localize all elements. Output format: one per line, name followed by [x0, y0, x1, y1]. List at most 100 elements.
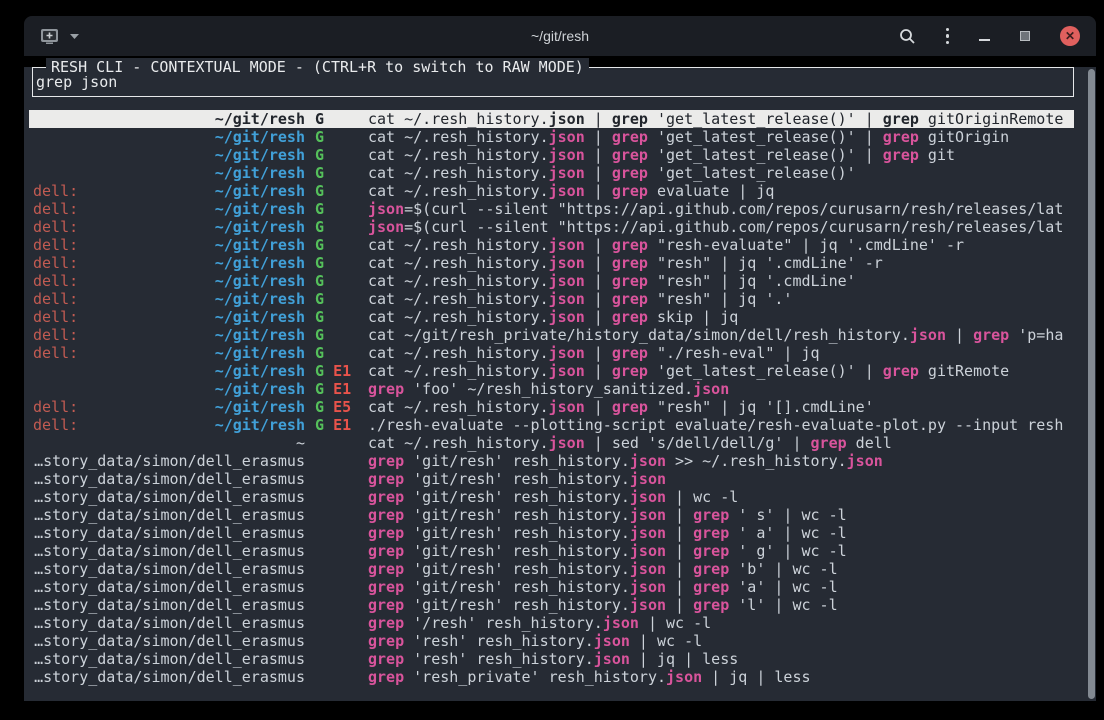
history-row[interactable]: dell:~/git/reshG E5cat ~/.resh_history.j…	[29, 398, 1074, 416]
history-row[interactable]: …story_data/simon/dell_erasmus grep 'resh…	[29, 632, 1074, 650]
row-directory: ~/git/resh	[215, 200, 305, 218]
row-host: dell:	[33, 290, 78, 308]
new-terminal-button[interactable]	[40, 28, 80, 45]
titlebar-right: ✕	[930, 26, 1080, 46]
history-row[interactable]: …story_data/simon/dell_erasmusgrep 'git/…	[29, 542, 1074, 560]
command-text: |	[666, 506, 693, 524]
history-row[interactable]: dell:~/git/reshGjson=$(curl --silent "ht…	[29, 218, 1074, 236]
row-command: cat ~/.resh_history.json | grep "resh" |…	[368, 398, 1074, 416]
row-location: dell:~/git/resh	[29, 398, 305, 416]
row-location: …story_data/simon/dell_erasmus	[29, 506, 305, 524]
match-highlight: json	[630, 506, 666, 524]
history-row[interactable]: ~/git/reshGcat ~/.resh_history.json | gr…	[29, 110, 1074, 128]
history-row[interactable]: dell:~/git/reshGcat ~/.resh_history.json…	[29, 344, 1074, 362]
command-text: 'get_latest_release()' |	[648, 362, 883, 380]
history-row[interactable]: ~/git/reshGcat ~/.resh_history.json | gr…	[29, 164, 1074, 182]
match-highlight: grep	[693, 506, 729, 524]
history-row[interactable]: dell:~/git/reshGcat ~/.resh_history.json…	[29, 272, 1074, 290]
row-command: grep 'git/resh' resh_history.json | grep…	[368, 524, 1074, 542]
history-row[interactable]: …story_data/simon/dell_erasmusgrep 'git/…	[29, 596, 1074, 614]
row-directory: ~/git/resh	[215, 128, 305, 146]
command-text: cat ~/.resh_history.	[368, 344, 549, 362]
command-text: |	[585, 290, 612, 308]
row-directory: ~/git/resh	[215, 290, 305, 308]
history-row[interactable]: dell:~/git/reshGcat ~/.resh_history.json…	[29, 308, 1074, 326]
row-command: grep 'git/resh' resh_history.json | grep…	[368, 560, 1074, 578]
history-row[interactable]: dell:~/git/reshGcat ~/.resh_history.json…	[29, 236, 1074, 254]
match-highlight: grep	[693, 542, 729, 560]
history-row[interactable]: dell:~/git/reshGcat ~/.resh_history.json…	[29, 254, 1074, 272]
history-row[interactable]: …story_data/simon/dell_erasmusgrep 'git/…	[29, 470, 1074, 488]
match-highlight: grep	[883, 110, 919, 128]
command-text: 'resh' resh_history.	[404, 650, 594, 668]
row-location: ~/git/resh	[29, 380, 305, 398]
row-flag: G	[315, 344, 324, 362]
row-location: …story_data/simon/dell_erasmus	[29, 632, 305, 650]
row-flags	[305, 488, 368, 506]
history-row[interactable]: ~cat ~/.resh_history.json | sed 's/dell/…	[29, 434, 1074, 452]
row-flags: G E1	[305, 380, 368, 398]
command-text: cat ~/.resh_history.	[368, 146, 549, 164]
command-text: cat ~/.resh_history.	[368, 308, 549, 326]
row-location: dell:~/git/resh	[29, 218, 305, 236]
match-highlight: grep	[811, 434, 847, 452]
command-text: | wc -l	[639, 614, 711, 632]
history-row[interactable]: …story_data/simon/dell_erasmusgrep 'git/…	[29, 452, 1074, 470]
row-command: grep 'git/resh' resh_history.json >> ~/.…	[368, 452, 1074, 470]
row-flags	[305, 668, 368, 686]
history-row[interactable]: ~/git/reshG E1cat ~/.resh_history.json |…	[29, 362, 1074, 380]
command-text: |	[666, 542, 693, 560]
history-row[interactable]: …story_data/simon/dell_erasmusgrep '/res…	[29, 614, 1074, 632]
history-row[interactable]: dell:~/git/reshGcat ~/.resh_history.json…	[29, 290, 1074, 308]
history-row[interactable]: …story_data/simon/dell_erasmusgrep 'git/…	[29, 524, 1074, 542]
history-row[interactable]: …story_data/simon/dell_erasmusgrep 'git/…	[29, 578, 1074, 596]
match-highlight: json	[630, 542, 666, 560]
scrollbar[interactable]	[1088, 69, 1095, 699]
close-button[interactable]: ✕	[1060, 26, 1080, 46]
history-row[interactable]: …story_data/simon/dell_erasmusgrep 'resh…	[29, 668, 1074, 686]
menu-button[interactable]	[946, 28, 950, 45]
history-row[interactable]: …story_data/simon/dell_erasmusgrep 'resh…	[29, 650, 1074, 668]
command-text: git	[919, 146, 955, 164]
history-row[interactable]: ~/git/reshGcat ~/.resh_history.json | gr…	[29, 128, 1074, 146]
command-text: '/resh' resh_history.	[404, 614, 603, 632]
search-button[interactable]	[899, 28, 916, 45]
history-row[interactable]: dell:~/git/reshGcat ~/.resh_history.json…	[29, 182, 1074, 200]
row-flags	[305, 542, 368, 560]
restore-button[interactable]	[1020, 31, 1030, 41]
history-row[interactable]: ~/git/reshGcat ~/.resh_history.json | gr…	[29, 146, 1074, 164]
command-text: |	[666, 524, 693, 542]
match-highlight: grep	[368, 560, 404, 578]
row-host: dell:	[33, 236, 78, 254]
history-row[interactable]: …story_data/simon/dell_erasmusgrep 'git/…	[29, 506, 1074, 524]
command-text: 'b' | wc -l	[729, 560, 837, 578]
command-text: evaluate | jq	[648, 182, 774, 200]
match-highlight: grep	[612, 164, 648, 182]
minimize-button[interactable]	[979, 31, 990, 41]
history-row[interactable]: …story_data/simon/dell_erasmusgrep 'git/…	[29, 560, 1074, 578]
match-highlight: grep	[883, 362, 919, 380]
command-text: |	[585, 344, 612, 362]
resh-mode-title: RESH CLI - CONTEXTUAL MODE - (CTRL+R to …	[46, 58, 589, 76]
history-row[interactable]: dell:~/git/reshGcat ~/git/resh_private/h…	[29, 326, 1074, 344]
command-text: cat ~/.resh_history.	[368, 272, 549, 290]
command-text: cat ~/.resh_history.	[368, 164, 549, 182]
command-text: 'l' | wc -l	[729, 596, 837, 614]
row-command: grep 'resh' resh_history.json | wc -l	[368, 632, 1074, 650]
match-highlight: json	[549, 146, 585, 164]
history-row[interactable]: dell:~/git/reshG E1./resh-evaluate --plo…	[29, 416, 1074, 434]
command-text: |	[585, 254, 612, 272]
match-highlight: grep	[368, 470, 404, 488]
match-highlight: grep	[368, 650, 404, 668]
history-row[interactable]: dell:~/git/reshGjson=$(curl --silent "ht…	[29, 200, 1074, 218]
history-row[interactable]: ~/git/reshG E1grep 'foo' ~/resh_history_…	[29, 380, 1074, 398]
command-text: 'git/resh' resh_history.	[404, 560, 630, 578]
command-text: 'get_latest_release()'	[648, 164, 856, 182]
history-row[interactable]: …story_data/simon/dell_erasmusgrep 'git/…	[29, 488, 1074, 506]
command-text: gitOrigin	[919, 128, 1009, 146]
match-highlight: grep	[612, 344, 648, 362]
match-highlight: grep	[368, 542, 404, 560]
titlebar: ~/git/resh ✕	[24, 16, 1096, 56]
row-host: dell:	[33, 308, 78, 326]
row-flags: G E5	[305, 398, 368, 416]
